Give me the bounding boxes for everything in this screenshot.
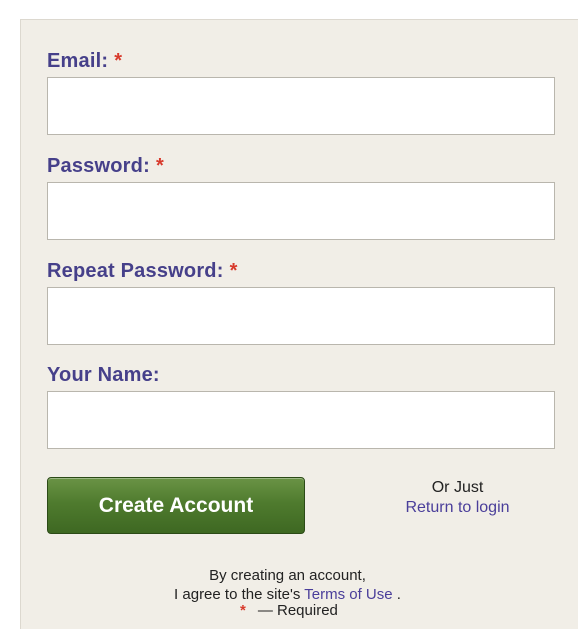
repeat-password-label: Repeat Password: * bbox=[47, 260, 238, 283]
required-legend: * — Required bbox=[240, 602, 338, 619]
repeat-password-label-text: Repeat Password: bbox=[47, 260, 224, 282]
your-name-label-text: Your Name: bbox=[47, 364, 160, 386]
terms-agreement: By creating an account, I agree to the s… bbox=[80, 566, 495, 604]
repeat-password-field[interactable] bbox=[47, 287, 555, 345]
password-label: Password: * bbox=[47, 155, 164, 178]
password-label-text: Password: bbox=[47, 155, 150, 177]
return-to-login-block: Or Just Return to login bbox=[370, 478, 545, 518]
required-legend-star: * bbox=[240, 602, 246, 619]
create-account-button[interactable]: Create Account bbox=[47, 477, 305, 534]
password-field[interactable] bbox=[47, 182, 555, 240]
email-label: Email: * bbox=[47, 50, 122, 73]
repeat-password-required-mark: * bbox=[229, 260, 238, 282]
your-name-field[interactable] bbox=[47, 391, 555, 449]
email-label-text: Email: bbox=[47, 50, 109, 72]
return-to-login-link[interactable]: Return to login bbox=[405, 498, 509, 518]
agreement-line-2-prefix: I agree to the site's bbox=[174, 586, 301, 603]
required-legend-text: — Required bbox=[257, 602, 338, 619]
your-name-label: Your Name: bbox=[47, 364, 160, 387]
agreement-line-2-suffix: . bbox=[396, 586, 401, 603]
email-field[interactable] bbox=[47, 77, 555, 135]
email-required-mark: * bbox=[114, 50, 123, 72]
or-just-text: Or Just bbox=[431, 479, 484, 496]
agreement-line-1: By creating an account, bbox=[209, 567, 366, 584]
password-required-mark: * bbox=[155, 155, 164, 177]
terms-of-use-link[interactable]: Terms of Use bbox=[304, 586, 392, 603]
